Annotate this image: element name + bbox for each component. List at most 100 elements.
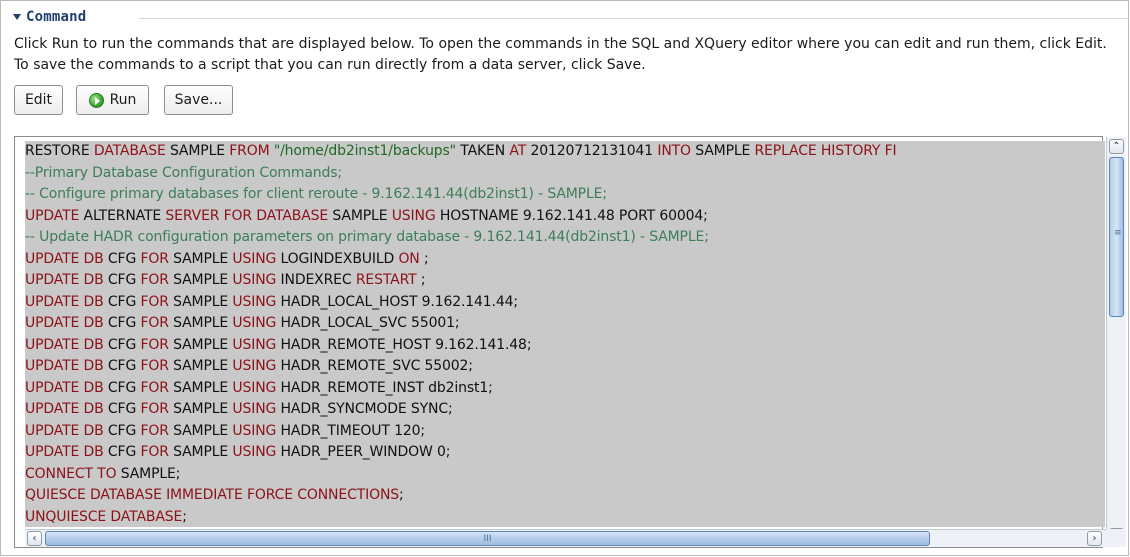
section-toggle[interactable]: Command [13,8,86,26]
sql-text: SAMPLE [168,315,233,331]
sql-text: SAMPLE [168,272,233,288]
sql-text: 20120712131041 [526,143,658,159]
sql-keyword: FOR [140,379,169,396]
sql-keyword: QUIESCE DATABASE IMMEDIATE FORCE CONNECT… [25,487,400,503]
horizontal-scroll-thumb[interactable]: III [45,531,930,546]
section-divider [139,18,1129,19]
code-line: -- Update HADR configuration parameters … [25,227,1105,249]
horizontal-scrollbar[interactable]: ‹ III › [25,529,1106,547]
sql-keyword: UPDATE DB [25,315,104,331]
sql-keyword: UPDATE DB [25,444,104,460]
sql-string: "/home/db2inst1/backups" [273,143,456,159]
sql-keyword: UPDATE DB [25,336,104,353]
sql-keyword: FOR [140,422,169,439]
sql-keyword: USING [232,422,277,439]
command-text-area[interactable]: RESTORE DATABASE SAMPLE FROM "/home/db2i… [25,141,1105,527]
sql-keyword: UPDATE [25,207,80,224]
scroll-up-button[interactable]: ⌃ [1109,139,1124,154]
sql-text: HADR_REMOTE_INST db2inst1; [276,379,493,396]
sql-keyword: SERVER FOR DATABASE [165,207,329,224]
run-button-label: Run [109,92,137,108]
code-line: UPDATE DB CFG FOR SAMPLE USING HADR_TIME… [25,421,1105,443]
scroll-left-button[interactable]: ‹ [27,531,42,546]
sql-comment: --Primary Database Configuration Command… [25,164,342,181]
collapse-triangle-icon [13,14,21,20]
sql-text: INDEXREC [276,272,356,288]
code-line: UPDATE DB CFG FOR SAMPLE USING HADR_REMO… [25,335,1105,357]
edit-button-label: Edit [24,92,53,108]
sql-text: SAMPLE [168,379,233,396]
sql-text: CFG [103,315,141,331]
sql-text: CFG [103,379,141,396]
sql-keyword: FOR [140,293,169,310]
sql-keyword: FOR [140,250,169,267]
scroll-right-button[interactable]: › [1087,531,1102,546]
sql-keyword: UPDATE DB [25,379,104,396]
sql-text: CFG [103,293,141,310]
sql-keyword: UPDATE DB [25,272,104,288]
sql-keyword: UPDATE DB [25,401,104,417]
sql-keyword: USING [232,379,277,396]
sql-keyword: UPDATE DB [25,250,104,267]
sql-keyword: UPDATE DB [25,358,104,374]
sql-keyword: DATABASE [93,143,166,159]
sql-text: ALTERNATE [79,207,166,224]
sql-keyword: FOR [140,358,169,374]
sql-keyword: FOR [140,272,169,288]
sql-keyword: FROM [229,143,270,159]
code-line: UPDATE DB CFG FOR SAMPLE USING HADR_REMO… [25,356,1105,378]
code-line: UPDATE ALTERNATE SERVER FOR DATABASE SAM… [25,206,1105,228]
code-line: QUIESCE DATABASE IMMEDIATE FORCE CONNECT… [25,485,1105,507]
sql-text: CFG [103,250,141,267]
sql-text: HADR_REMOTE_HOST 9.162.141.48; [276,336,532,353]
sql-text: CFG [103,401,141,417]
code-line: CONNECT TO SAMPLE; [25,464,1105,486]
sql-text: CFG [103,358,141,374]
sql-text: ; [182,508,187,525]
run-button[interactable]: Run [76,85,149,115]
sql-text: CFG [103,422,141,439]
code-line: -- Configure primary databases for clien… [25,184,1105,206]
chevron-left-icon: ‹ [32,533,37,544]
sql-keyword: ON [398,250,420,267]
run-icon [88,92,104,108]
sql-text: ; [419,250,429,267]
sql-keyword: UNQUIESCE DATABASE [25,508,183,525]
sql-keyword: FOR [140,336,169,353]
sql-keyword: REPLACE HISTORY FI [754,143,897,159]
code-line: UPDATE DB CFG FOR SAMPLE USING LOGINDEXB… [25,249,1105,271]
sql-text: ; [416,272,426,288]
grip-icon: ≡ [1114,228,1122,238]
sql-text: CFG [103,272,141,288]
save-button[interactable]: Save... [164,85,233,115]
sql-keyword: USING [391,207,436,224]
sql-keyword: USING [232,315,277,331]
sql-text: ; [399,487,404,503]
sql-text: SAMPLE [168,293,233,310]
sql-text: SAMPLE [168,422,233,439]
vertical-scrollbar[interactable]: ⌃ ≡ ⌄ [1106,137,1126,547]
code-line: UPDATE DB CFG FOR SAMPLE USING HADR_PEER… [25,442,1105,464]
grip-icon: III [483,533,492,544]
sql-text: SAMPLE; [116,465,181,482]
sql-text: HOSTNAME 9.162.141.48 PORT 60004; [435,207,708,224]
sql-keyword: FOR [140,401,169,417]
sql-text: SAMPLE [690,143,755,159]
sql-text: CFG [103,444,141,460]
vertical-scroll-thumb[interactable]: ≡ [1109,157,1124,317]
code-line: --Primary Database Configuration Command… [25,163,1105,185]
sql-keyword: USING [232,358,277,374]
sql-text: SAMPLE [168,358,233,374]
sql-text: SAMPLE [168,444,233,460]
sql-text: HADR_TIMEOUT 120; [276,422,426,439]
sql-keyword: INTO [657,143,691,159]
sql-keyword: USING [232,250,277,267]
sql-text: SAMPLE [168,250,233,267]
sql-text: HADR_LOCAL_SVC 55001; [276,315,460,331]
sql-comment: -- Configure primary databases for clien… [25,186,607,202]
sql-text: LOGINDEXBUILD [276,250,399,267]
sql-keyword: AT [509,143,527,159]
sql-text: HADR_SYNCMODE SYNC; [276,401,453,417]
code-line: UPDATE DB CFG FOR SAMPLE USING INDEXREC … [25,270,1105,292]
edit-button[interactable]: Edit [14,85,63,115]
